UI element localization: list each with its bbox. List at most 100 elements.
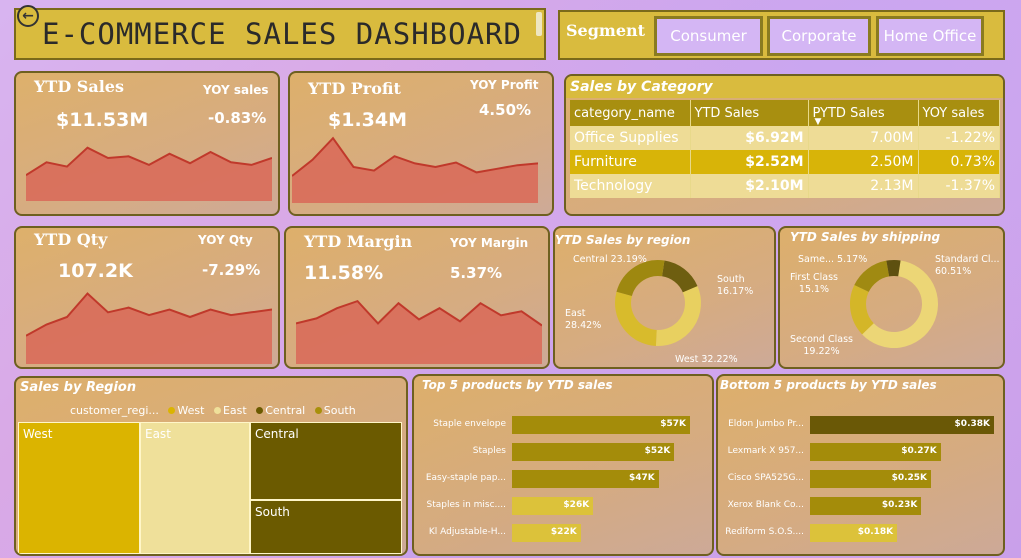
profit-trend-area [292, 138, 538, 203]
kpi-qty-yoy-label: YOY Qty [198, 233, 253, 247]
category-title: Sales by Category [570, 79, 713, 95]
region-label-south: South 16.17% [717, 274, 754, 297]
product-bar[interactable]: $26K [512, 497, 594, 515]
treemap-tile-south[interactable]: South [250, 500, 402, 554]
donut-slice-3 [886, 260, 901, 277]
category-ytd-cell: $2.52M [690, 150, 809, 174]
title-scrollbar[interactable] [536, 12, 542, 36]
segment-consumer-button[interactable]: Consumer [654, 16, 763, 56]
kpi-card-qty: YTD Qty YOY Qty 107.2K -7.29% [14, 226, 280, 369]
shipping-label-same: Same... 5.17% [798, 254, 868, 265]
category-title-bar: Sales by Category [566, 76, 1003, 98]
product-name-label: Staples [472, 446, 506, 456]
region-label-west: West 32.22% [675, 354, 738, 365]
back-arrow-icon[interactable]: ← [17, 5, 39, 27]
category-ytd-cell: $2.10M [690, 174, 809, 198]
kpi-card-sales: YTD Sales YOY sales $11.53M -0.83% [14, 71, 280, 216]
legend-central[interactable]: Central [265, 404, 305, 417]
kpi-margin-yoy-value: 5.37% [450, 264, 503, 282]
product-name-label: Cisco SPA525G... [727, 473, 804, 483]
sort-desc-icon[interactable]: ▼ [815, 117, 822, 127]
product-name-label: Easy-staple pap... [425, 473, 506, 483]
category-name-cell: Office Supplies [570, 126, 691, 150]
shipping-donut-panel: YTD Sales by shipping Same... 5.17% Firs… [778, 226, 1005, 369]
region-legend: customer_regi... West East Central South [70, 404, 356, 417]
kpi-sales-yoy-value: -0.83% [208, 109, 267, 127]
product-bar[interactable]: $52K [512, 443, 675, 461]
product-bar[interactable]: $0.38K [810, 416, 994, 434]
col-category-name[interactable]: category_name [570, 100, 691, 126]
col-pytd-sales[interactable]: PYTD Sales ▼ [808, 100, 919, 127]
qty-trend-area [26, 293, 272, 364]
kpi-margin-sparkline [296, 299, 542, 364]
region-label-east: East 28.42% [565, 308, 602, 331]
kpi-profit-sparkline [292, 136, 538, 203]
legend-east[interactable]: East [223, 404, 247, 417]
product-bar[interactable]: $0.27K [810, 443, 941, 461]
kpi-sales-sparkline [26, 146, 272, 201]
category-row[interactable]: Furniture $2.52M 2.50M 0.73% [570, 150, 1000, 174]
treemap-tile-east[interactable]: East [140, 422, 250, 554]
kpi-profit-value: $1.34M [328, 109, 408, 131]
product-bar-value: $22K [550, 527, 577, 537]
bottom5-products-panel: Bottom 5 products by YTD sales Eldon Jum… [716, 374, 1005, 556]
legend-title: customer_regi... [70, 404, 159, 417]
treemap-tile-west[interactable]: West [18, 422, 140, 554]
kpi-margin-label: YTD Margin [304, 232, 413, 251]
kpi-qty-sparkline [26, 292, 272, 364]
product-bar-value: $0.25K [891, 473, 928, 483]
segment-corporate-button[interactable]: Corporate [767, 16, 871, 56]
category-row[interactable]: Technology $2.10M 2.13M -1.37% [570, 174, 1000, 198]
shipping-donut-chart [850, 260, 938, 348]
legend-west-dot [168, 407, 176, 414]
tile-central-label: Central [255, 427, 299, 441]
product-name-label: Kl Adjustable-H... [428, 527, 506, 537]
product-bar[interactable]: $0.18K [810, 524, 898, 542]
col-ytd-sales[interactable]: YTD Sales [690, 100, 809, 126]
product-bar[interactable]: $0.25K [810, 470, 932, 488]
category-pytd-cell: 2.50M [808, 150, 919, 174]
segment-home-office-button[interactable]: Home Office [876, 16, 984, 56]
treemap-tile-central[interactable]: Central [250, 422, 402, 500]
product-bar-value: $47K [629, 473, 655, 483]
tile-south-label: South [255, 505, 290, 519]
tile-west-label: West [23, 427, 53, 441]
sales-by-category-panel: Sales by Category category_name YTD Sale… [564, 74, 1005, 216]
legend-west[interactable]: West [177, 404, 204, 417]
donut-slice-1 [850, 284, 875, 335]
region-label-central: Central 23.19% [573, 254, 647, 265]
sales-by-region-panel: Sales by Region customer_regi... West Ea… [14, 376, 408, 556]
tile-east-label: East [145, 427, 171, 441]
category-name-cell: Furniture [570, 150, 691, 174]
product-bar-value: $57K [660, 419, 686, 429]
product-bar[interactable]: $57K [512, 416, 690, 434]
category-yoy-cell: 0.73% [918, 150, 1000, 174]
product-bar-value: $26K [563, 500, 590, 510]
product-bar[interactable]: $0.23K [810, 497, 922, 515]
product-bar-value: $0.27K [901, 446, 937, 456]
region-donut-title: YTD Sales by region [555, 233, 691, 247]
kpi-card-profit: YTD Profit YOY Profit $1.34M 4.50% [288, 71, 554, 216]
col-pytd-sales-label: PYTD Sales [812, 105, 885, 121]
product-bar-value: $0.23K [881, 500, 918, 510]
shipping-donut-title: YTD Sales by shipping [790, 230, 941, 244]
donut-slice-0 [661, 260, 698, 293]
legend-central-dot [256, 407, 264, 414]
product-bar[interactable]: $22K [512, 524, 581, 542]
col-yoy-sales[interactable]: YOY sales [918, 100, 1000, 126]
product-name-label: Rediform S.O.S.... [725, 527, 804, 537]
legend-south[interactable]: South [324, 404, 356, 417]
sales-trend-area [26, 147, 272, 201]
kpi-qty-value: 107.2K [58, 260, 133, 282]
segment-label: Segment [566, 21, 646, 40]
category-yoy-cell: -1.22% [918, 126, 1000, 150]
donut-slice-2 [854, 260, 890, 293]
shipping-label-first: First Class 15.1% [790, 272, 839, 295]
kpi-sales-value: $11.53M [56, 109, 149, 131]
segment-slicer: Segment Consumer Corporate Home Office [558, 10, 1005, 60]
category-row[interactable]: Office Supplies $6.92M 7.00M -1.22% [570, 126, 1000, 150]
category-ytd-cell: $6.92M [690, 126, 809, 150]
product-bar[interactable]: $47K [512, 470, 659, 488]
product-bar-value: $52K [644, 446, 671, 456]
product-name-label: Xerox Blank Co... [727, 500, 804, 510]
